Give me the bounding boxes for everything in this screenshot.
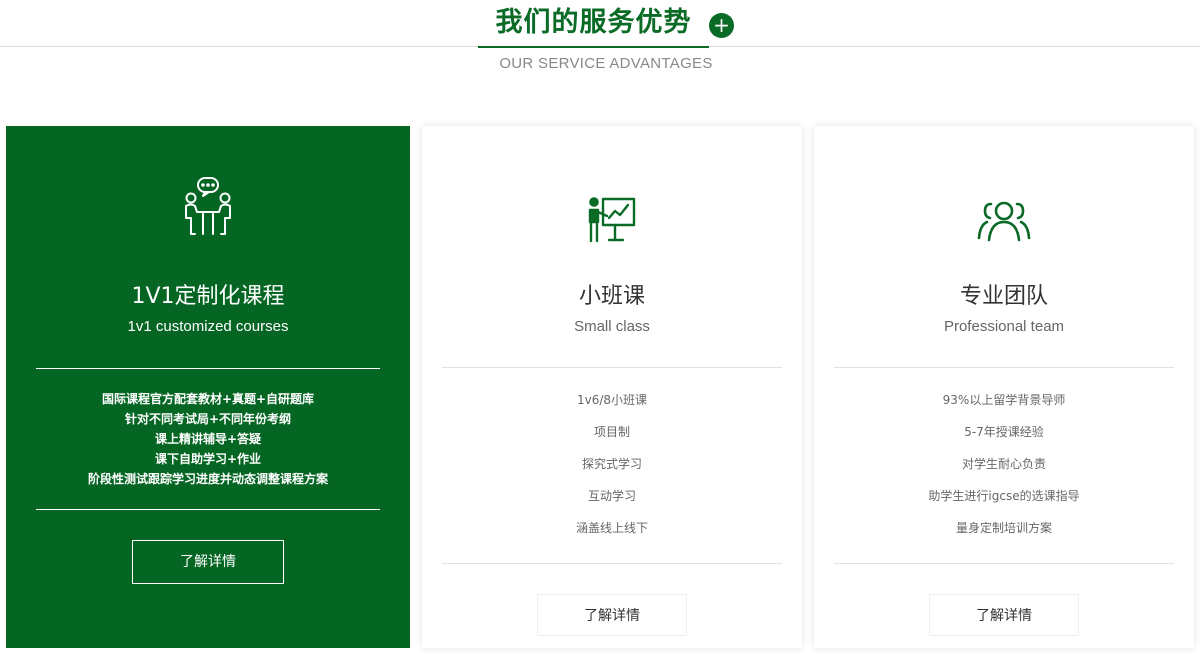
card-divider-top (442, 367, 782, 368)
card-subtitle: Small class (574, 318, 650, 335)
feature-list: 93%以上留学背景导师 5-7年授课经验 对学生耐心负责 助学生进行igcse的… (814, 390, 1194, 550)
feature-item: 课上精讲辅导+答疑 (154, 432, 262, 446)
feature-item: 探究式学习 (581, 457, 642, 471)
feature-item: 阶段性测试跟踪学习进度并动态调整课程方案 (87, 472, 328, 486)
service-card-small-class[interactable]: 小班课 Small class 1v6/8小班课 项目制 探究式学习 互动学习 … (422, 126, 802, 648)
feature-item: 涵盖线上线下 (575, 521, 648, 535)
learn-more-button[interactable]: 了解详情 (929, 594, 1079, 636)
card-divider-bottom (442, 563, 782, 564)
section-subtitle: OUR SERVICE ADVANTAGES (499, 55, 713, 72)
feature-item: 对学生耐心负责 (961, 457, 1046, 471)
learn-more-button[interactable]: 了解详情 (537, 594, 687, 636)
card-subtitle: Professional team (943, 318, 1065, 335)
feature-item: 93%以上留学背景导师 (942, 393, 1066, 407)
section-title-wrap: 我们的服务优势 (478, 0, 709, 48)
feature-list: 国际课程官方配套教材+真题+自研题库 针对不同考试局+不同年份考纲 课上精讲辅导… (6, 389, 410, 489)
tutoring-discussion-icon (183, 176, 233, 238)
feature-item: 针对不同考试局+不同年份考纲 (124, 412, 292, 426)
section-title: 我们的服务优势 (495, 7, 692, 38)
card-subtitle: 1v1 customized courses (127, 318, 289, 335)
card-title: 专业团队 (959, 284, 1048, 309)
feature-item: 助学生进行igcse的选课指导 (928, 489, 1080, 503)
learn-more-button[interactable]: 了解详情 (132, 540, 284, 584)
feature-list: 1v6/8小班课 项目制 探究式学习 互动学习 涵盖线上线下 (422, 390, 802, 550)
card-title: 1V1定制化课程 (131, 284, 285, 309)
card-divider-top (834, 367, 1174, 368)
feature-item: 国际课程官方配套教材+真题+自研题库 (101, 392, 315, 406)
feature-item: 项目制 (593, 425, 630, 439)
service-advantages-section: 我们的服务优势 + OUR SERVICE ADVANTAGES 1V1定制化课… (0, 0, 1200, 654)
card-divider-bottom (36, 509, 380, 510)
expand-plus-icon[interactable]: + (709, 13, 734, 38)
service-card-1v1[interactable]: 1V1定制化课程 1v1 customized courses 国际课程官方配套… (6, 126, 410, 648)
card-title: 小班课 (578, 284, 645, 309)
card-divider-bottom (834, 563, 1174, 564)
feature-item: 互动学习 (587, 489, 636, 503)
feature-item: 1v6/8小班课 (576, 393, 648, 407)
card-divider-top (36, 368, 380, 369)
service-card-professional-team[interactable]: 专业团队 Professional team 93%以上留学背景导师 5-7年授… (814, 126, 1194, 648)
feature-item: 5-7年授课经验 (964, 425, 1044, 439)
feature-item: 量身定制培训方案 (955, 521, 1052, 535)
team-group-icon (977, 200, 1031, 242)
feature-item: 课下自助学习+作业 (154, 452, 262, 466)
teacher-presentation-icon (587, 196, 637, 244)
